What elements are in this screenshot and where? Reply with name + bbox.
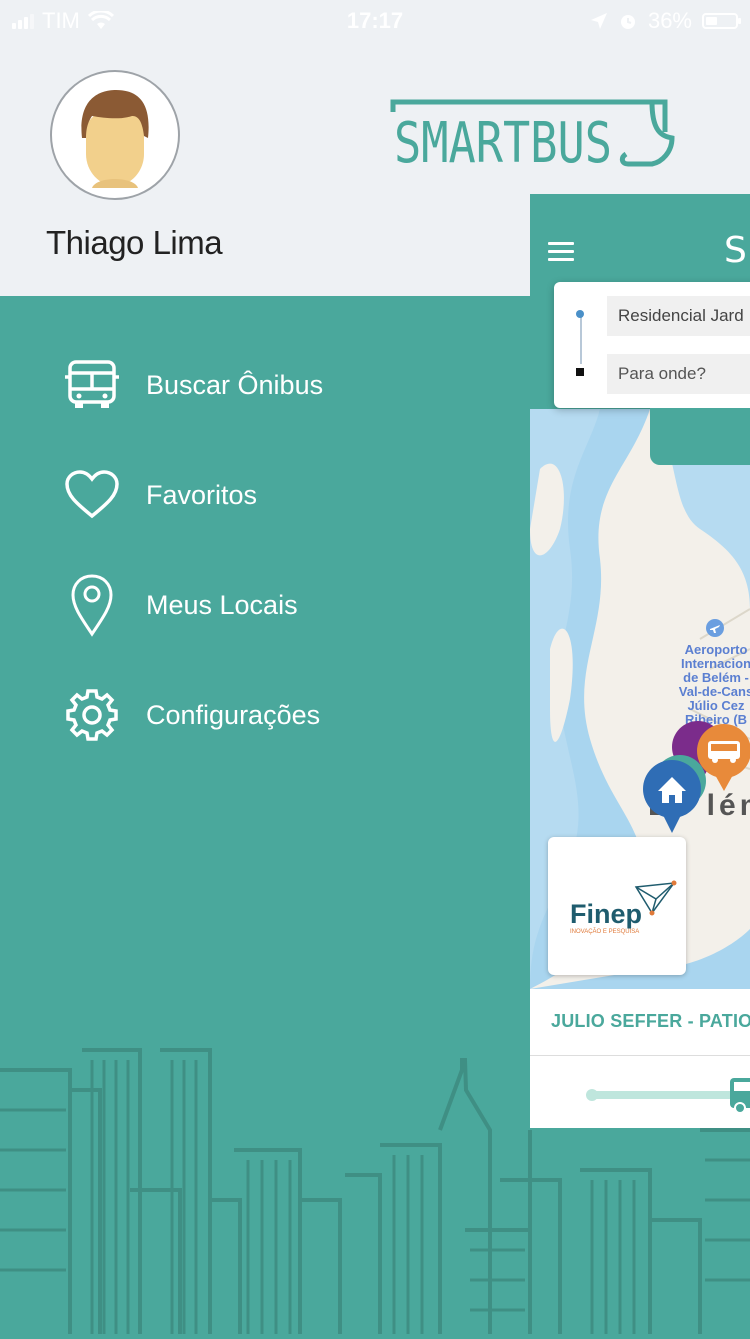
origin-dot-icon xyxy=(576,310,584,318)
menu-item-buscar-onibus[interactable]: Buscar Ônibus xyxy=(62,355,462,415)
destination-square-icon xyxy=(576,368,584,376)
battery-percentage: 36% xyxy=(647,8,692,33)
menu-item-label: Buscar Ônibus xyxy=(146,369,324,400)
menu-item-meus-locais[interactable]: Meus Locais xyxy=(62,574,462,637)
smartbus-logo: SMARTBUS xyxy=(390,92,680,176)
avatar[interactable] xyxy=(50,70,180,200)
airport-icon xyxy=(706,619,724,637)
bus-progress-icon xyxy=(730,1078,750,1114)
route-name: JULIO SEFFER - PATIO B xyxy=(551,1011,750,1031)
route-connector xyxy=(580,312,582,364)
main-screen-preview[interactable]: S Aeroporto Internacion de Belém - Val-d… xyxy=(530,194,750,1128)
home-marker-icon[interactable] xyxy=(640,759,704,835)
battery-icon xyxy=(702,13,741,29)
origin-input[interactable]: Residencial Jard xyxy=(607,296,750,336)
trip-progress xyxy=(530,1056,750,1128)
route-search-card: Residencial Jard Para onde? xyxy=(554,282,750,408)
destination-input[interactable]: Para onde? xyxy=(607,354,750,394)
app-bar-logo: S xyxy=(724,230,747,271)
logo-text: SMARTBUS xyxy=(394,111,612,172)
menu-item-configuracoes[interactable]: Configurações xyxy=(62,685,462,745)
location-arrow-icon xyxy=(590,13,607,29)
menu-item-label: Favoritos xyxy=(146,479,258,510)
sponsor-logo-finep: Finep INOVAÇÃO E PESQUISA xyxy=(548,837,686,975)
route-info-strip[interactable]: JULIO SEFFER - PATIO B xyxy=(530,989,750,1056)
map-label-airport: Aeroporto Internacion de Belém - Val-de-… xyxy=(678,642,750,727)
svg-text:INOVAÇÃO E PESQUISA: INOVAÇÃO E PESQUISA xyxy=(570,928,639,935)
gear-icon xyxy=(62,685,122,745)
bus-icon xyxy=(62,355,122,415)
search-panel-tab xyxy=(650,408,750,465)
user-face-icon xyxy=(81,90,149,188)
svg-text:Finep: Finep xyxy=(570,899,642,929)
status-bar: TIM 17:17 36% xyxy=(0,0,750,40)
alarm-icon xyxy=(620,15,635,29)
menu-item-label: Meus Locais xyxy=(146,589,298,620)
menu-item-favoritos[interactable]: Favoritos xyxy=(62,465,462,525)
location-pin-icon xyxy=(62,574,122,637)
menu-item-label: Configurações xyxy=(146,699,321,730)
hamburger-menu-icon[interactable] xyxy=(548,242,574,261)
heart-icon xyxy=(62,465,122,525)
user-name: Thiago Lima xyxy=(46,224,223,261)
